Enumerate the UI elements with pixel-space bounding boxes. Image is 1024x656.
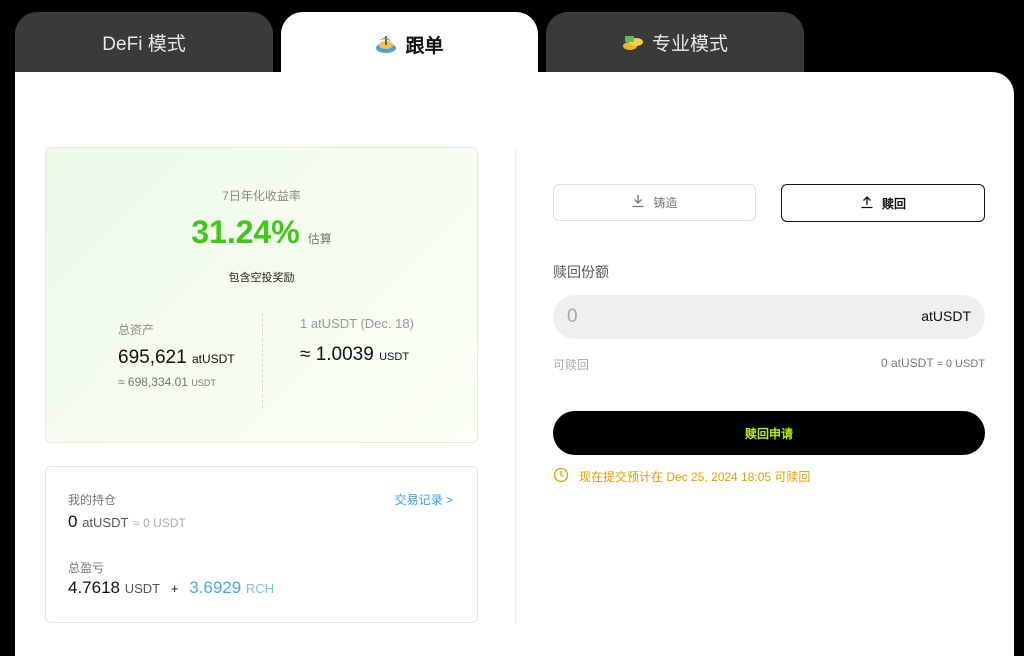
- total-assets-approx: ≈ 698,334.01 USDT: [118, 375, 216, 389]
- holdings-card: 我的持仓 交易记录 > 0 atUSDT ≈ 0 USDT 总盈亏 4.7618…: [45, 466, 478, 623]
- pnl-plus: +: [170, 581, 179, 596]
- rate-amount: ≈ 1.0039: [300, 344, 374, 365]
- pnl-value: 4.7618 USDT + 3.6929 RCH: [68, 578, 274, 598]
- pnl-usdt-unit: USDT: [124, 581, 161, 596]
- apy-row: 31.24% 估算: [46, 214, 477, 251]
- total-assets-label: 总资产: [118, 323, 155, 337]
- vertical-divider: [515, 147, 516, 623]
- tab-pro-mode[interactable]: 专业模式: [546, 12, 804, 72]
- apy-card: 7日年化收益率 31.24% 估算 包含空投奖励 总资产 695,621 atU…: [45, 147, 478, 443]
- rate-unit: USDT: [379, 351, 410, 363]
- clock-icon: [553, 467, 569, 486]
- holdings-approx: ≈ 0 USDT: [133, 516, 186, 530]
- pnl-rch-amount: 3.6929: [189, 578, 242, 597]
- submit-redeem-label: 赎回申请: [744, 426, 793, 441]
- apy-value: 31.24%: [191, 214, 300, 250]
- redeemable-label: 可赎回: [553, 358, 590, 372]
- redeem-notice-text: 现在提交预计在 Dec 25, 2024 18:05 可赎回: [579, 470, 811, 484]
- redeemable-value: 0 atUSDT ≈ 0 USDT: [881, 356, 985, 370]
- holdings-unit: atUSDT: [82, 515, 129, 530]
- card-divider: [262, 313, 263, 408]
- redeem-button[interactable]: 赎回: [781, 184, 985, 222]
- tab-defi-mode[interactable]: DeFi 模式: [15, 12, 273, 72]
- mint-button[interactable]: 铸造: [553, 184, 756, 221]
- redeem-amount-label: 赎回份额: [553, 264, 609, 280]
- apy-label: 7日年化收益率: [222, 189, 301, 203]
- download-icon: [631, 194, 645, 211]
- redeemable-approx: ≈ 0 USDT: [936, 358, 985, 370]
- island-icon: [375, 34, 397, 54]
- mint-button-label: 铸造: [653, 196, 678, 210]
- tab-defi-mode-label: DeFi 模式: [102, 33, 186, 55]
- redeem-amount-unit: atUSDT: [921, 308, 971, 324]
- pnl-usdt-amount: 4.7618: [68, 578, 120, 597]
- redeem-amount-input[interactable]: [567, 295, 897, 339]
- rate-value: ≈ 1.0039 USDT: [300, 344, 409, 366]
- pnl-label: 总盈亏: [68, 561, 105, 575]
- total-assets-value: 695,621 atUSDT: [118, 347, 235, 369]
- holdings-amount: 0: [68, 512, 78, 531]
- tab-pro-mode-label: 专业模式: [651, 33, 728, 55]
- tab-copy-trade[interactable]: 跟单: [281, 12, 538, 76]
- holdings-label: 我的持仓: [68, 493, 117, 507]
- total-assets-amount: 695,621: [118, 347, 187, 368]
- upload-icon: [860, 195, 874, 212]
- pnl-rch-unit: RCH: [245, 581, 275, 596]
- holdings-value: 0 atUSDT ≈ 0 USDT: [68, 512, 186, 532]
- total-assets-approx-unit: USDT: [191, 378, 216, 388]
- redeem-notice: 现在提交预计在 Dec 25, 2024 18:05 可赎回: [553, 467, 810, 486]
- redeemable-amount: 0 atUSDT: [880, 356, 934, 370]
- coins-icon: [622, 32, 644, 52]
- transaction-history-link[interactable]: 交易记录 >: [395, 491, 453, 508]
- rate-label: 1 atUSDT (Dec. 18): [300, 316, 414, 331]
- redeem-button-label: 赎回: [881, 196, 906, 211]
- apy-estimate-label: 估算: [307, 232, 332, 246]
- tab-copy-trade-label: 跟单: [405, 35, 444, 57]
- total-assets-approx-amount: ≈ 698,334.01: [118, 375, 188, 389]
- redeem-amount-field: atUSDT: [553, 295, 985, 339]
- submit-redeem-button[interactable]: 赎回申请: [553, 411, 985, 455]
- total-assets-unit: atUSDT: [191, 352, 235, 366]
- airdrop-note: 包含空投奖励: [228, 272, 295, 284]
